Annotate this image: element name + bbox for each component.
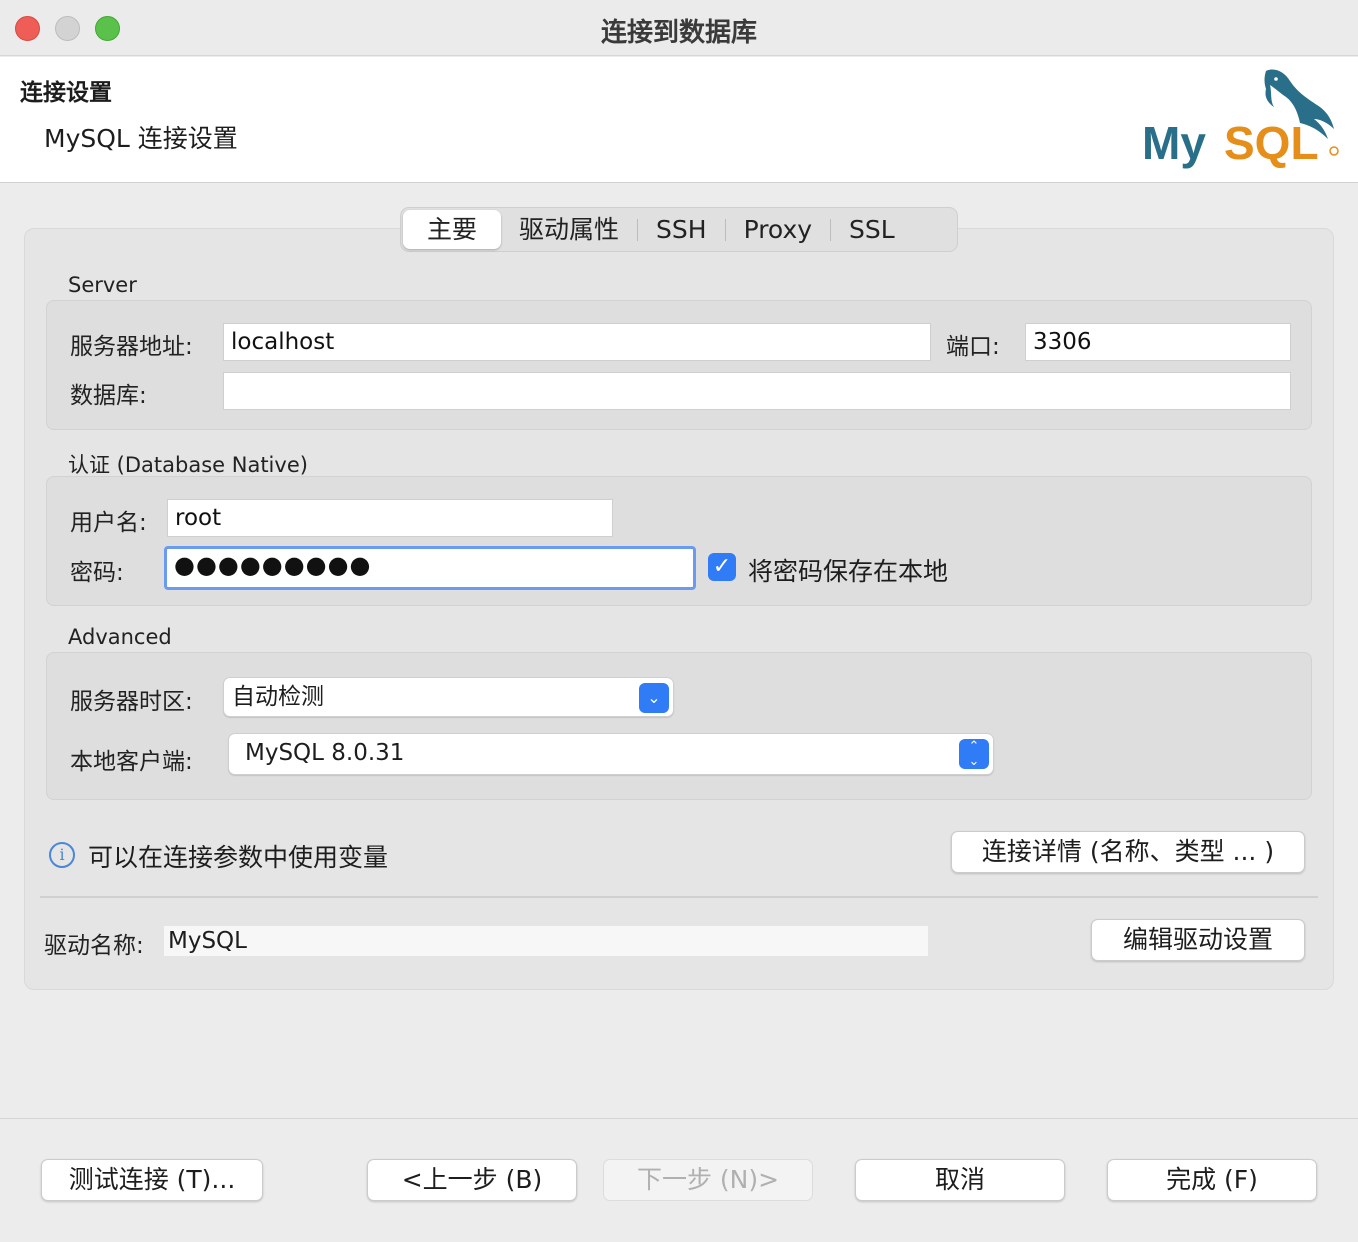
back-button[interactable]: <上一步 (B) [367,1159,577,1201]
checkmark-icon: ✓ [712,554,732,579]
port-input[interactable]: 3306 [1025,323,1291,361]
variables-info-text: 可以在连接参数中使用变量 [88,843,389,872]
driver-name-value: MySQL [164,926,928,956]
finish-button[interactable]: 完成 (F) [1107,1159,1317,1201]
tab-proxy[interactable]: Proxy [726,210,830,249]
client-label: 本地客户端: [70,749,193,775]
tab-driver-properties[interactable]: 驱动属性 [501,210,637,249]
window-title: 连接到数据库 [600,18,757,48]
connection-details-button[interactable]: 连接详情 (名称、类型 ... ) [951,831,1305,873]
header-title: 连接设置 [20,80,112,106]
chevron-up-down-icon: ⌃ ⌄ [959,739,989,769]
timezone-select[interactable]: 自动检测 ⌄ [223,677,674,717]
divider [40,896,1318,898]
save-password-label: 将密码保存在本地 [748,557,949,586]
tab-main[interactable]: 主要 [403,210,501,249]
client-select[interactable]: MySQL 8.0.31 ⌃ ⌄ [228,733,994,775]
client-value: MySQL 8.0.31 [245,740,405,766]
auth-section-label: 认证 (Database Native) [68,453,308,477]
mysql-logo: My SQL [1142,69,1339,169]
connection-dialog: 连接到数据库 连接设置 MySQL 连接设置 My SQL 主要 驱动属性 SS… [0,0,1358,1242]
server-group [46,300,1312,430]
header-subtitle: MySQL 连接设置 [44,124,238,153]
timezone-value: 自动检测 [232,684,324,710]
dialog-header: 连接设置 MySQL 连接设置 My SQL [0,57,1358,183]
username-input[interactable]: root [167,499,613,537]
cancel-button[interactable]: 取消 [855,1159,1065,1201]
database-input[interactable] [223,372,1291,410]
timezone-label: 服务器时区: [70,689,193,715]
host-input[interactable]: localhost [223,323,931,361]
tab-ssh[interactable]: SSH [638,210,725,249]
footer-divider [0,1118,1358,1119]
password-input[interactable]: ●●●●●●●●● [164,546,696,590]
driver-name-label: 驱动名称: [44,933,144,959]
tab-bar: 主要 驱动属性 SSH Proxy SSL [400,207,958,252]
title-bar: 连接到数据库 [0,0,1358,56]
server-section-label: Server [68,273,137,297]
chevron-down-icon: ⌄ [639,683,669,713]
logo-text-my: My [1142,117,1206,169]
advanced-group [46,652,1312,800]
advanced-section-label: Advanced [68,625,172,649]
database-label: 数据库: [70,383,147,409]
username-label: 用户名: [70,510,147,536]
password-label: 密码: [70,560,124,586]
host-label: 服务器地址: [70,334,193,360]
next-button[interactable]: 下一步 (N)> [603,1159,813,1201]
tab-ssl[interactable]: SSL [831,210,913,249]
info-icon: i [49,842,75,868]
edit-driver-settings-button[interactable]: 编辑驱动设置 [1091,919,1305,961]
save-password-checkbox[interactable]: ✓ [708,553,736,581]
port-label: 端口: [946,334,1000,360]
test-connection-button[interactable]: 测试连接 (T)... [41,1159,263,1201]
logo-text-sql: SQL [1224,117,1319,169]
